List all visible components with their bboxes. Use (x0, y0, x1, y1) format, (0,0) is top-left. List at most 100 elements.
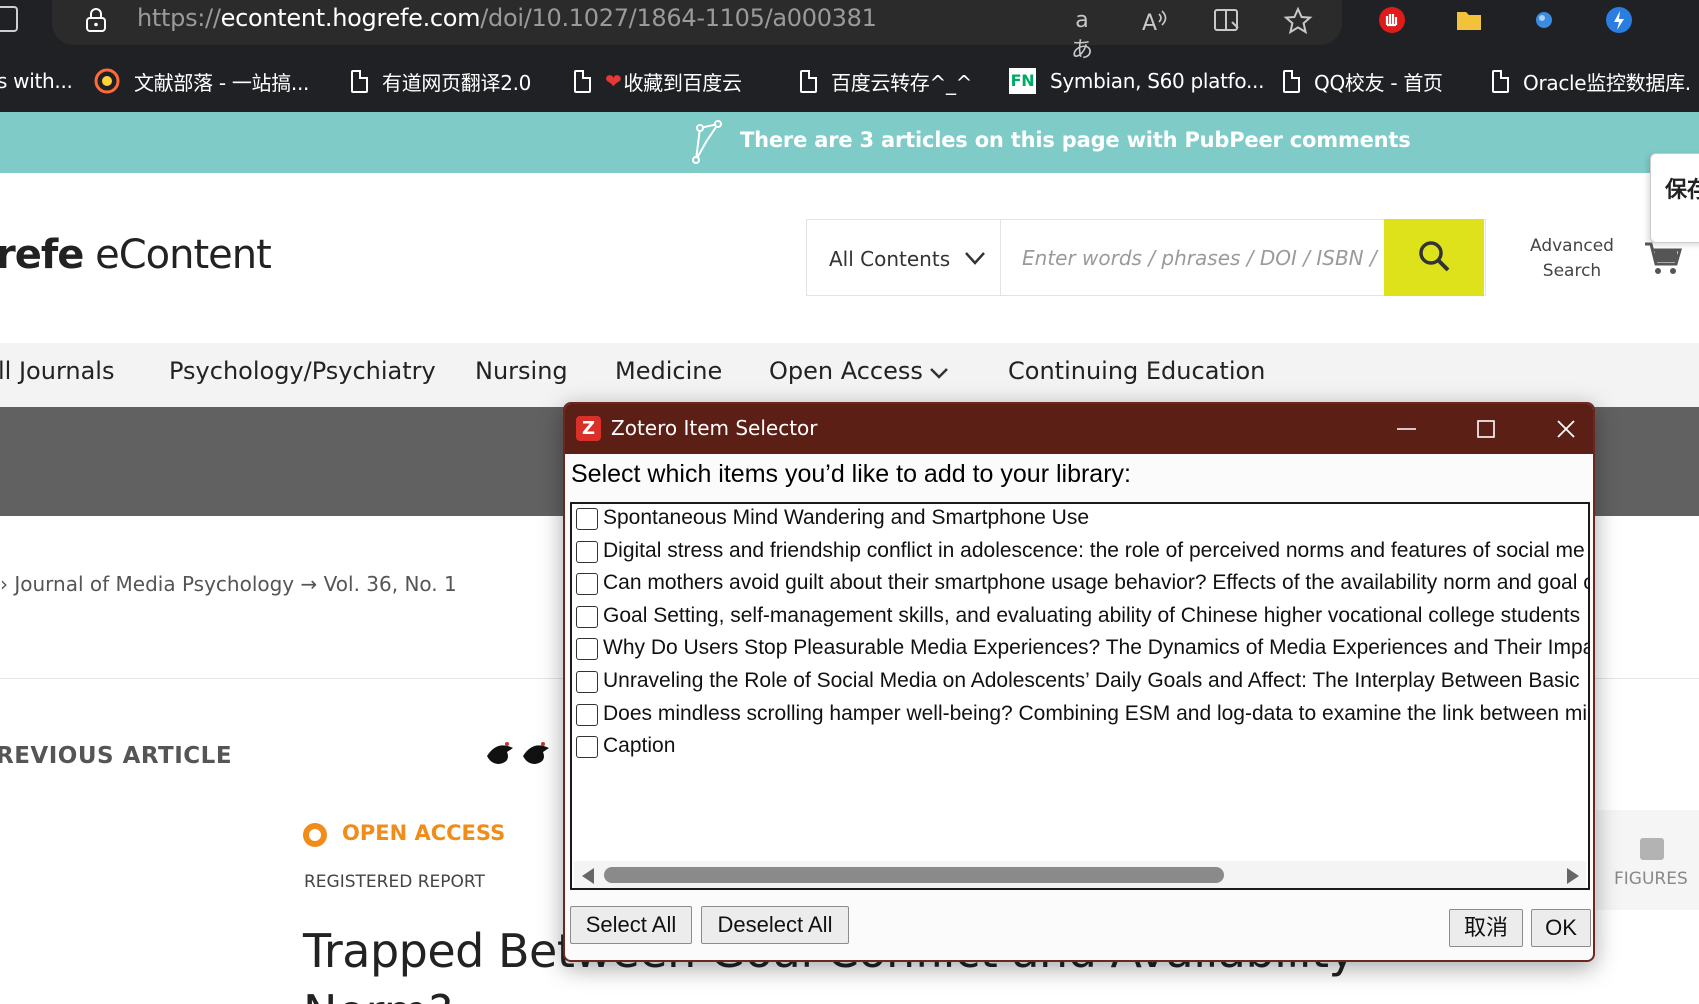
cancel-button[interactable]: 取消 (1449, 909, 1523, 947)
dialog-title: Zotero Item Selector (611, 416, 818, 440)
item-checkbox[interactable] (576, 736, 598, 759)
heart-icon: ❤ (605, 69, 622, 93)
open-access-icon (303, 823, 327, 847)
url-path: /doi/10.1027/1864-1105/a000381 (480, 4, 877, 32)
search-extension-icon[interactable] (1530, 6, 1558, 34)
doc-icon (351, 69, 368, 93)
home-icon[interactable] (0, 6, 18, 32)
items-list: Spontaneous Mind Wandering and Smartphon… (570, 502, 1590, 890)
list-item[interactable]: Spontaneous Mind Wandering and Smartphon… (572, 504, 1588, 534)
split-screen-icon[interactable] (1212, 6, 1242, 36)
bookmark-label: s with... (0, 69, 73, 93)
list-item[interactable]: Can mothers avoid guilt about their smar… (572, 569, 1588, 599)
item-checkbox[interactable] (576, 671, 598, 693)
bookmark-item[interactable]: ❤ 收藏到百度云 (574, 60, 742, 102)
list-item[interactable]: Caption (572, 732, 1588, 762)
item-label[interactable]: Unraveling the Role of Social Media on A… (603, 669, 1580, 693)
item-checkbox[interactable] (576, 605, 598, 628)
list-item[interactable]: Unraveling the Role of Social Media on A… (572, 667, 1588, 697)
item-checkbox[interactable] (576, 703, 598, 726)
advanced-search-line2: Search (1542, 261, 1602, 281)
chevron-down-icon[interactable] (928, 364, 950, 382)
breadcrumb-journal[interactable]: Journal of Media Psychology (14, 572, 294, 596)
previous-article-link[interactable]: REVIOUS ARTICLE (0, 743, 232, 769)
bookmark-label: Oracle监控数据库. (1523, 70, 1691, 95)
url-host: econtent.hogrefe.com (220, 4, 481, 32)
bolt-extension-icon[interactable] (1605, 6, 1633, 34)
breadcrumb-issue[interactable]: Vol. 36, No. 1 (324, 572, 457, 596)
bookmark-item[interactable]: Oracle监控数据库. (1492, 60, 1691, 102)
item-label[interactable]: Does mindless scrolling hamper well-bein… (603, 702, 1587, 726)
url-text[interactable]: https://econtent.hogrefe.com/doi/10.1027… (137, 4, 877, 32)
search-button[interactable] (1384, 219, 1484, 296)
lock-icon[interactable] (85, 8, 107, 32)
list-item[interactable]: Why Do Users Stop Pleasurable Media Expe… (572, 634, 1588, 664)
favorite-star-icon[interactable] (1283, 6, 1313, 36)
save-to-cloud-tab[interactable]: 保存 (1650, 153, 1699, 243)
bookmark-item[interactable]: FN Symbian, S60 platfo... (1009, 60, 1264, 102)
list-item[interactable]: Digital stress and friendship conflict i… (572, 537, 1588, 567)
open-access-label: OPEN ACCESS (342, 821, 506, 845)
nav-continuing-education[interactable]: Continuing Education (1008, 357, 1265, 385)
zotero-logo-icon: Z (576, 416, 601, 441)
item-checkbox[interactable] (576, 540, 598, 563)
ok-button[interactable]: OK (1531, 909, 1591, 947)
item-checkbox[interactable] (576, 508, 598, 530)
bookmark-item[interactable]: QQ校友 - 首页 (1283, 60, 1443, 102)
chevron-down-icon (965, 252, 985, 265)
item-checkbox[interactable] (576, 638, 598, 661)
search-scope-label: All Contents (829, 247, 951, 271)
search-scope-select[interactable]: All Contents (807, 220, 1001, 295)
nav-psychology[interactable]: Psychology/Psychiatry (169, 357, 436, 385)
folder-extension-icon[interactable] (1455, 6, 1483, 34)
bookmark-item[interactable]: 百度云转存^_^ (800, 60, 972, 102)
close-button[interactable] (1531, 404, 1595, 454)
item-label[interactable]: Caption (603, 734, 675, 758)
save-tab-label: 保存 (1665, 178, 1699, 203)
figures-label[interactable]: FIGURES (1614, 869, 1688, 889)
read-aloud-icon[interactable]: A (1140, 6, 1170, 36)
logo-partial: refe (0, 232, 84, 278)
item-label[interactable]: Why Do Users Stop Pleasurable Media Expe… (603, 636, 1588, 660)
nav-nursing[interactable]: Nursing (475, 357, 568, 385)
advanced-search-link[interactable]: Advanced Search (1522, 234, 1622, 284)
image-icon (1640, 838, 1664, 860)
dialog-titlebar[interactable]: Z Zotero Item Selector (565, 404, 1595, 454)
cart-icon[interactable] (1643, 238, 1683, 278)
bookmark-label: 有道网页翻译2.0 (382, 70, 532, 95)
bookmark-label: 百度云转存^_^ (831, 70, 973, 95)
adblock-extension-icon[interactable] (1378, 6, 1406, 34)
bookmark-item[interactable]: 文献部落 - 一站搞... (94, 60, 309, 102)
search-input[interactable] (1002, 220, 1392, 295)
bookmark-item[interactable]: s with... (0, 60, 73, 102)
nav-medicine[interactable]: Medicine (615, 357, 722, 385)
item-label[interactable]: Goal Setting, self-management skills, an… (603, 604, 1580, 628)
translate-icon[interactable]: aあ (1067, 6, 1097, 63)
bookmark-item[interactable]: 有道网页翻译2.0 (351, 60, 531, 102)
maximize-button[interactable] (1451, 404, 1521, 454)
scrollbar-thumb[interactable] (604, 867, 1224, 883)
scroll-right-icon[interactable] (1567, 868, 1579, 884)
breadcrumb: › Journal of Media Psychology → Vol. 36,… (0, 572, 457, 596)
bookmark-label: Symbian, S60 platfo... (1050, 69, 1265, 93)
advanced-search-line1: Advanced (1530, 236, 1614, 256)
nav-open-access[interactable]: Open Access (769, 357, 923, 385)
bookmarks-bar: s with... 文献部落 - 一站搞... 有道网页翻译2.0 ❤ 收藏到百度… (0, 60, 1699, 102)
nav-all-journals[interactable]: ll Journals (0, 357, 114, 385)
item-label[interactable]: Spontaneous Mind Wandering and Smartphon… (603, 506, 1089, 530)
pubpeer-banner[interactable]: There are 3 articles on this page with P… (0, 112, 1699, 173)
select-all-button[interactable]: Select All (570, 906, 692, 944)
list-item[interactable]: Goal Setting, self-management skills, an… (572, 602, 1588, 632)
item-label[interactable]: Digital stress and friendship conflict i… (603, 539, 1585, 563)
deselect-all-button[interactable]: Deselect All (701, 906, 849, 944)
figures-panel[interactable] (1596, 810, 1699, 910)
site-logo[interactable]: refe eContent (0, 232, 272, 278)
minimize-button[interactable] (1371, 404, 1441, 454)
pubpeer-birds-icon[interactable] (483, 734, 555, 770)
list-item[interactable]: Does mindless scrolling hamper well-bein… (572, 700, 1588, 730)
horizontal-scrollbar[interactable] (574, 861, 1586, 888)
item-checkbox[interactable] (576, 573, 598, 596)
scroll-left-icon[interactable] (582, 868, 594, 884)
item-label[interactable]: Can mothers avoid guilt about their smar… (603, 571, 1588, 595)
pubpeer-icon (692, 120, 722, 164)
